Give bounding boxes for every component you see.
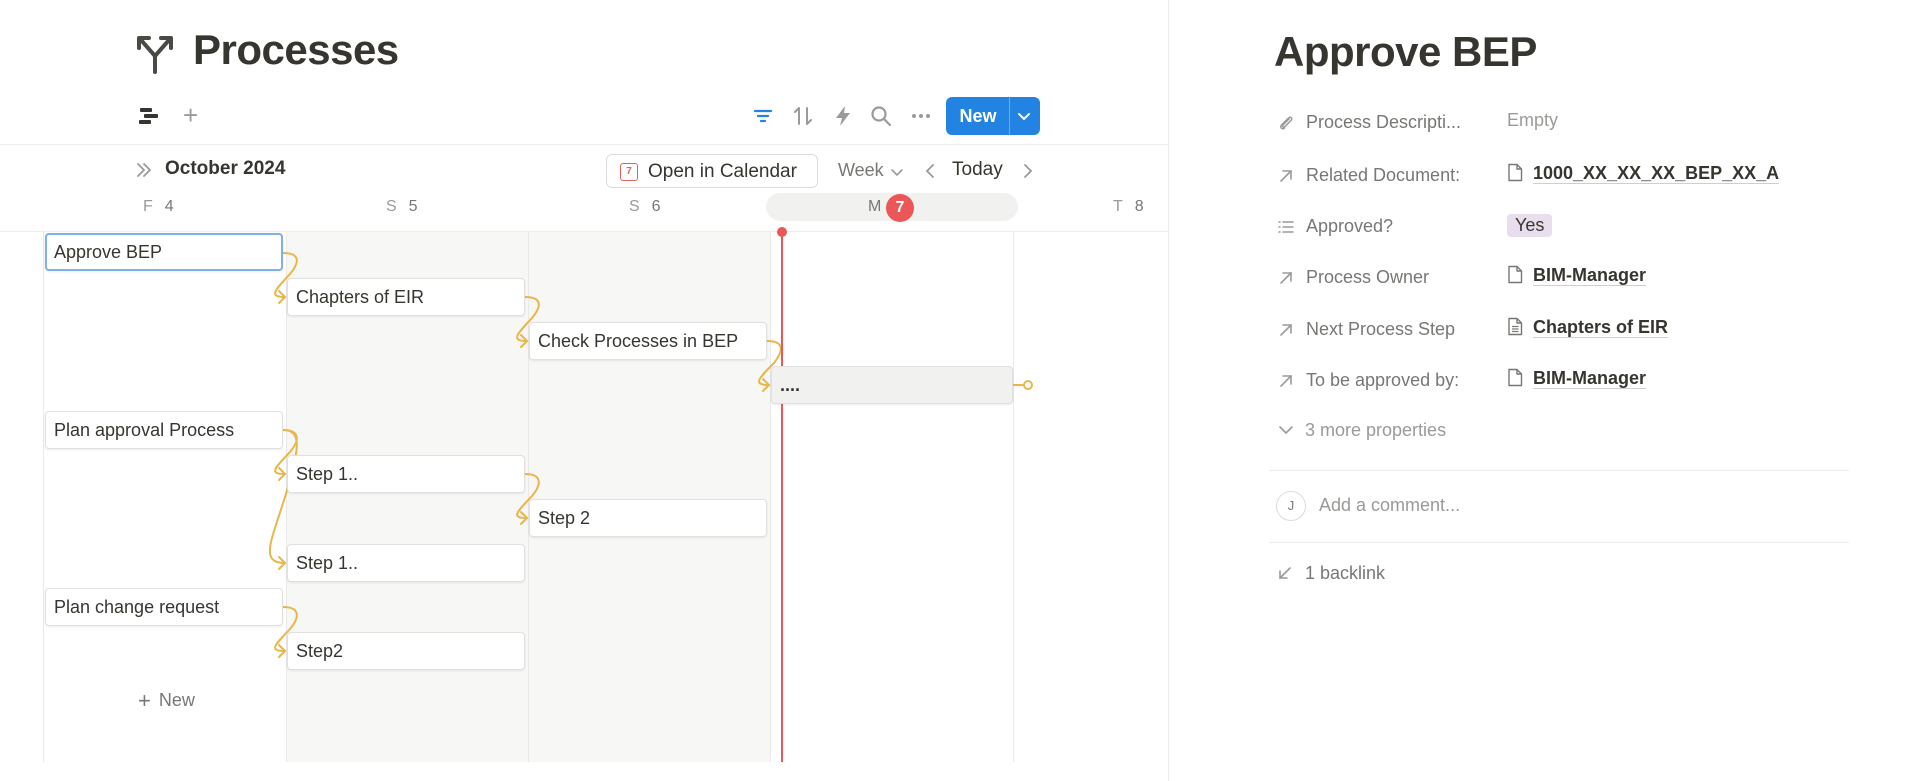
add-view-button[interactable]: + <box>183 102 198 128</box>
relation-arrow-icon <box>1280 170 1292 182</box>
day-header: F4 <box>143 198 174 215</box>
timeline-item[interactable]: Step2 <box>287 632 525 670</box>
timeline-item[interactable]: Step 1.. <box>287 455 525 493</box>
more-properties-label[interactable]: 3 more properties <box>1305 420 1446 440</box>
timeline-item[interactable]: .... <box>771 366 1013 404</box>
relation-arrow-icon <box>1280 375 1292 387</box>
day-header: S5 <box>386 198 418 215</box>
today-date-badge: 7 <box>886 194 914 222</box>
database-title: Processes <box>193 26 399 73</box>
calendar-icon: 7 <box>620 163 638 181</box>
new-button-label[interactable]: New <box>946 97 1010 135</box>
more-icon[interactable] <box>909 104 933 128</box>
more-properties-toggle[interactable]: 3 more properties <box>1277 420 1446 441</box>
document-icon <box>1508 163 1523 182</box>
timeline-pane: Processes + New October 2024 7 Open in C… <box>0 0 1168 781</box>
page-peek-panel: Approve BEP Process Descripti... Empty R… <box>1169 0 1920 781</box>
property-value[interactable]: 1000_XX_XX_XX_BEP_XX_A <box>1507 163 1780 184</box>
today-button[interactable]: Today <box>952 159 1003 181</box>
page-title[interactable]: Approve BEP <box>1274 28 1537 76</box>
grid-line <box>528 232 529 762</box>
day-header-letter: M <box>868 198 882 215</box>
new-button[interactable]: New <box>946 97 1040 135</box>
grid-line <box>43 232 44 762</box>
backlinks-label[interactable]: 1 backlink <box>1305 563 1385 583</box>
chevron-right-icon[interactable] <box>1020 162 1036 180</box>
avatar: J <box>1276 491 1306 521</box>
relation-arrow-icon <box>1280 272 1292 284</box>
search-icon[interactable] <box>869 104 893 128</box>
chevron-left-icon[interactable] <box>922 162 938 180</box>
timeline-item[interactable]: Approve BEP <box>45 233 283 271</box>
plus-icon: + <box>138 688 151 713</box>
automation-bolt-icon[interactable] <box>831 104 855 128</box>
current-time-dot <box>777 227 787 237</box>
property-value[interactable]: BIM-Manager <box>1507 265 1647 286</box>
select-tag[interactable]: Yes <box>1507 214 1553 237</box>
day-header: S6 <box>629 198 661 215</box>
properties-divider <box>1269 470 1849 471</box>
chevron-down-icon <box>1279 426 1293 435</box>
toolbar-divider <box>0 144 1168 145</box>
property-name: Related Document: <box>1306 165 1461 185</box>
timeline-item[interactable]: Step 2 <box>529 499 767 537</box>
sort-icon[interactable] <box>791 104 815 128</box>
chevron-down-icon[interactable] <box>890 165 904 179</box>
filter-icon[interactable] <box>751 104 775 128</box>
open-in-calendar-button[interactable]: 7 Open in Calendar <box>606 154 818 188</box>
month-label: October 2024 <box>165 158 286 179</box>
approver-link[interactable]: BIM-Manager <box>1533 368 1647 389</box>
property-name: Process Descripti... <box>1306 112 1462 132</box>
add-new-item-button[interactable]: + New <box>138 688 195 714</box>
document-icon <box>1508 368 1523 387</box>
comment-input[interactable]: Add a comment... <box>1319 495 1460 516</box>
timeline-item[interactable]: Chapters of EIR <box>287 278 525 316</box>
grid-line <box>770 232 771 762</box>
timeline-item[interactable]: Plan approval Process <box>45 411 283 449</box>
property-name: Process Owner <box>1306 267 1430 287</box>
relation-arrow-icon <box>1280 324 1292 336</box>
property-name: To be approved by: <box>1306 370 1460 390</box>
document-lines-icon <box>1508 317 1523 336</box>
property-name: Next Process Step <box>1306 319 1456 339</box>
paperclip-icon <box>1280 116 1293 130</box>
backlink-arrow-icon <box>1279 567 1291 579</box>
timeline-view-icon[interactable] <box>138 105 160 127</box>
fork-arrows-icon <box>137 36 173 74</box>
double-chevron-right-icon[interactable] <box>134 160 154 180</box>
comments-divider <box>1269 542 1849 543</box>
new-button-separator <box>1009 97 1010 135</box>
list-icon <box>1278 221 1294 233</box>
current-time-line <box>781 232 783 762</box>
grid-line <box>1013 232 1014 762</box>
timeline-item[interactable]: Plan change request <box>45 588 283 626</box>
document-icon <box>1508 265 1523 284</box>
property-name: Approved? <box>1306 216 1394 236</box>
timeline-item[interactable]: Step 1.. <box>287 544 525 582</box>
bottom-edge <box>0 762 1168 781</box>
range-select[interactable]: Week <box>838 160 884 181</box>
property-value[interactable]: Empty <box>1507 110 1558 131</box>
process-owner-link[interactable]: BIM-Manager <box>1533 265 1647 286</box>
related-document-link[interactable]: 1000_XX_XX_XX_BEP_XX_A <box>1533 163 1780 184</box>
next-step-link[interactable]: Chapters of EIR <box>1533 317 1669 338</box>
property-value[interactable]: Chapters of EIR <box>1507 317 1669 338</box>
day-header: T8 <box>1113 198 1144 215</box>
backlinks-button[interactable]: 1 backlink <box>1277 563 1385 584</box>
add-new-item-label[interactable]: New <box>159 690 195 710</box>
property-value[interactable]: Yes <box>1507 214 1553 237</box>
chevron-down-icon[interactable] <box>1016 108 1032 124</box>
property-value[interactable]: BIM-Manager <box>1507 368 1647 389</box>
open-in-calendar-label[interactable]: Open in Calendar <box>648 161 797 183</box>
timeline-item[interactable]: Check Processes in BEP <box>529 322 767 360</box>
